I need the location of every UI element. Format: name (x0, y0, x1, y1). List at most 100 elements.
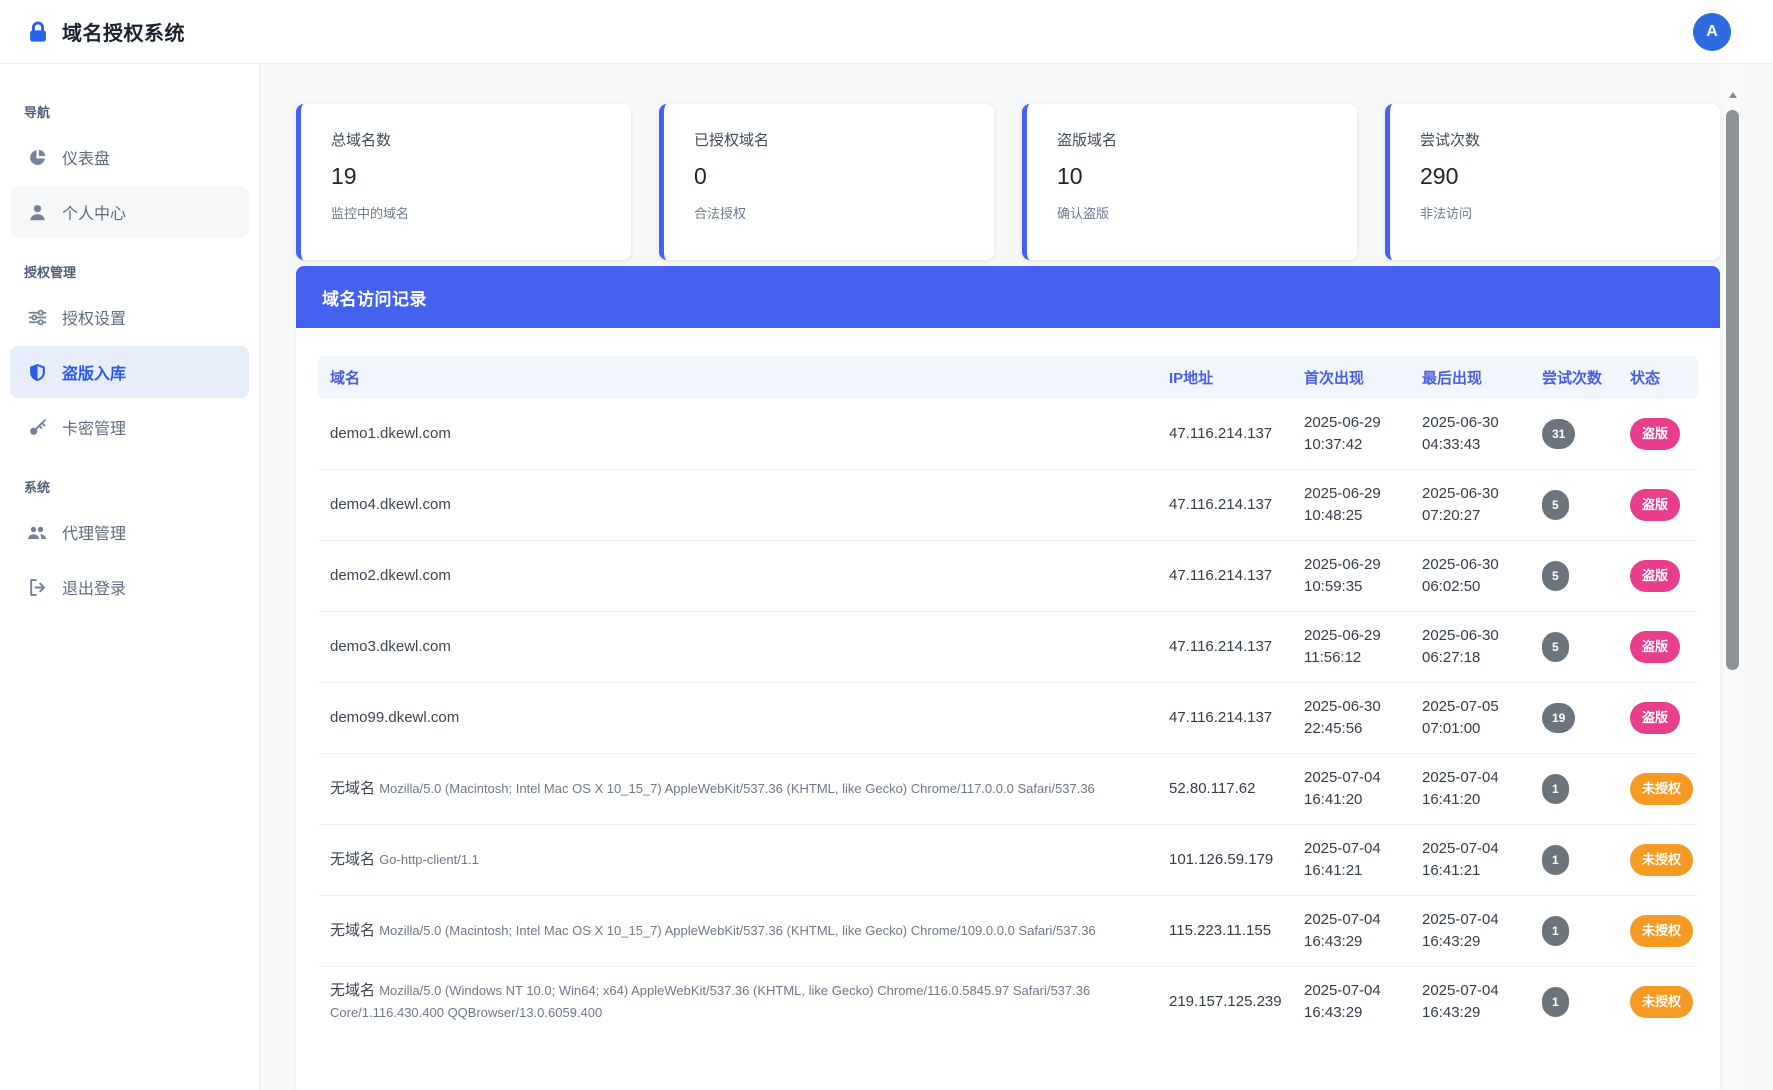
domain-text: demo4.dkewl.com (330, 496, 451, 513)
table-row: demo99.dkewl.com47.116.214.1372025-06-30… (318, 683, 1698, 754)
cell-domain: 无域名 Mozilla/5.0 (Macintosh; Intel Mac OS… (318, 896, 1157, 967)
table-row: 无域名 Mozilla/5.0 (Macintosh; Intel Mac OS… (318, 754, 1698, 825)
cell-attempts: 1 (1530, 967, 1618, 1038)
cell-status: 盗版 (1618, 470, 1698, 541)
sidebar-item-dashboard[interactable]: 仪表盘 (10, 131, 249, 183)
stat-subtitle: 确认盗版 (1057, 203, 1327, 222)
scrollbar-up-arrow-icon[interactable] (1729, 92, 1737, 98)
cell-first-seen: 2025-07-04 16:41:20 (1292, 754, 1410, 825)
sliders-icon (27, 307, 47, 327)
cell-domain: demo1.dkewl.com (318, 399, 1157, 470)
cell-status: 盗版 (1618, 541, 1698, 612)
cell-last-seen: 2025-06-30 04:33:43 (1410, 399, 1530, 470)
column-header-last-seen: 最后出现 (1410, 356, 1530, 399)
brand: 域名授权系统 (26, 17, 185, 46)
stat-value: 10 (1057, 163, 1327, 190)
column-header-ip: IP地址 (1157, 356, 1292, 399)
stat-card-total-domains: 总域名数 19 监控中的域名 (296, 104, 631, 260)
stat-subtitle: 非法访问 (1420, 203, 1690, 222)
top-header: 域名授权系统 A (0, 0, 1773, 64)
attempts-badge: 5 (1542, 632, 1569, 662)
cell-domain: 无域名 Mozilla/5.0 (Macintosh; Intel Mac OS… (318, 754, 1157, 825)
cell-last-seen: 2025-06-30 07:20:27 (1410, 470, 1530, 541)
nav-item-label: 盗版入库 (62, 360, 126, 384)
cell-first-seen: 2025-07-04 16:43:29 (1292, 896, 1410, 967)
table-row: 无域名 Mozilla/5.0 (Windows NT 10.0; Win64;… (318, 967, 1698, 1038)
status-badge-pirate: 盗版 (1630, 631, 1680, 663)
cell-first-seen: 2025-06-29 10:48:25 (1292, 470, 1410, 541)
scrollbar-thumb[interactable] (1726, 110, 1739, 670)
sidebar-item-user[interactable]: 个人中心 (10, 186, 249, 238)
status-badge-unauthorized: 未授权 (1630, 986, 1693, 1018)
cell-attempts: 5 (1530, 612, 1618, 683)
main-content: 总域名数 19 监控中的域名 已授权域名 0 合法授权 盗版域名 10 确认盗版… (260, 64, 1773, 1090)
cell-ip: 47.116.214.137 (1157, 683, 1292, 754)
cell-first-seen: 2025-07-04 16:41:21 (1292, 825, 1410, 896)
panel-title: 域名访问记录 (322, 285, 427, 310)
sidebar: 导航仪表盘个人中心授权管理授权设置盗版入库卡密管理系统代理管理退出登录 (0, 64, 260, 1090)
status-badge-unauthorized: 未授权 (1630, 773, 1693, 805)
cell-attempts: 19 (1530, 683, 1618, 754)
table-row: 无域名 Go-http-client/1.1101.126.59.1792025… (318, 825, 1698, 896)
status-badge-pirate: 盗版 (1630, 418, 1680, 450)
nav-item-label: 仪表盘 (62, 145, 110, 169)
cell-attempts: 1 (1530, 896, 1618, 967)
stat-subtitle: 监控中的域名 (331, 203, 601, 222)
domain-text: 无域名 (330, 922, 375, 939)
nav-section-label: 授权管理 (24, 262, 235, 281)
cell-last-seen: 2025-07-04 16:41:20 (1410, 754, 1530, 825)
status-badge-pirate: 盗版 (1630, 560, 1680, 592)
cell-last-seen: 2025-07-05 07:01:00 (1410, 683, 1530, 754)
cell-ip: 219.157.125.239 (1157, 967, 1292, 1038)
panel-body: 域名 IP地址 首次出现 最后出现 尝试次数 状态 demo1.dkewl.co… (296, 328, 1720, 1090)
cell-domain: 无域名 Go-http-client/1.1 (318, 825, 1157, 896)
domain-text: demo1.dkewl.com (330, 425, 451, 442)
cell-first-seen: 2025-06-29 10:59:35 (1292, 541, 1410, 612)
domain-text: demo99.dkewl.com (330, 709, 459, 726)
stat-title: 已授权域名 (694, 129, 964, 150)
column-header-domain: 域名 (318, 356, 1157, 399)
domain-access-table: 域名 IP地址 首次出现 最后出现 尝试次数 状态 demo1.dkewl.co… (318, 356, 1698, 1037)
cell-status: 未授权 (1618, 896, 1698, 967)
cell-status: 未授权 (1618, 754, 1698, 825)
cell-attempts: 31 (1530, 399, 1618, 470)
attempts-badge: 5 (1542, 561, 1569, 591)
panel-header: 域名访问记录 (296, 266, 1720, 328)
sidebar-item-sliders[interactable]: 授权设置 (10, 291, 249, 343)
column-header-status: 状态 (1618, 356, 1698, 399)
status-badge-pirate: 盗版 (1630, 702, 1680, 734)
scrollbar[interactable] (1725, 64, 1740, 1090)
stat-title: 尝试次数 (1420, 129, 1690, 150)
sidebar-item-logout[interactable]: 退出登录 (10, 561, 249, 613)
user-agent-text: Go-http-client/1.1 (379, 852, 479, 867)
key-icon (27, 417, 47, 437)
attempts-badge: 5 (1542, 490, 1569, 520)
stat-value: 19 (331, 163, 601, 190)
logout-icon (27, 577, 47, 597)
stat-card-pirate-domains: 盗版域名 10 确认盗版 (1022, 104, 1357, 260)
attempts-badge: 1 (1542, 916, 1569, 946)
column-header-attempts: 尝试次数 (1530, 356, 1618, 399)
cell-attempts: 5 (1530, 541, 1618, 612)
app-title: 域名授权系统 (62, 17, 185, 46)
stat-value: 290 (1420, 163, 1690, 190)
user-agent-text: Mozilla/5.0 (Macintosh; Intel Mac OS X 1… (379, 923, 1096, 938)
cell-ip: 47.116.214.137 (1157, 612, 1292, 683)
cell-last-seen: 2025-07-04 16:43:29 (1410, 967, 1530, 1038)
attempts-badge: 31 (1542, 419, 1575, 449)
sidebar-item-shield[interactable]: 盗版入库 (10, 346, 249, 398)
nav-item-label: 授权设置 (62, 305, 126, 329)
dashboard-icon (27, 147, 47, 167)
user-avatar[interactable]: A (1693, 13, 1731, 51)
cell-last-seen: 2025-06-30 06:02:50 (1410, 541, 1530, 612)
cell-status: 盗版 (1618, 683, 1698, 754)
sidebar-item-key[interactable]: 卡密管理 (10, 401, 249, 453)
nav-item-label: 退出登录 (62, 575, 126, 599)
cell-ip: 101.126.59.179 (1157, 825, 1292, 896)
cell-domain: demo3.dkewl.com (318, 612, 1157, 683)
status-badge-unauthorized: 未授权 (1630, 915, 1693, 947)
cell-first-seen: 2025-06-29 11:56:12 (1292, 612, 1410, 683)
cell-last-seen: 2025-06-30 06:27:18 (1410, 612, 1530, 683)
table-row: demo2.dkewl.com47.116.214.1372025-06-29 … (318, 541, 1698, 612)
sidebar-item-users[interactable]: 代理管理 (10, 506, 249, 558)
